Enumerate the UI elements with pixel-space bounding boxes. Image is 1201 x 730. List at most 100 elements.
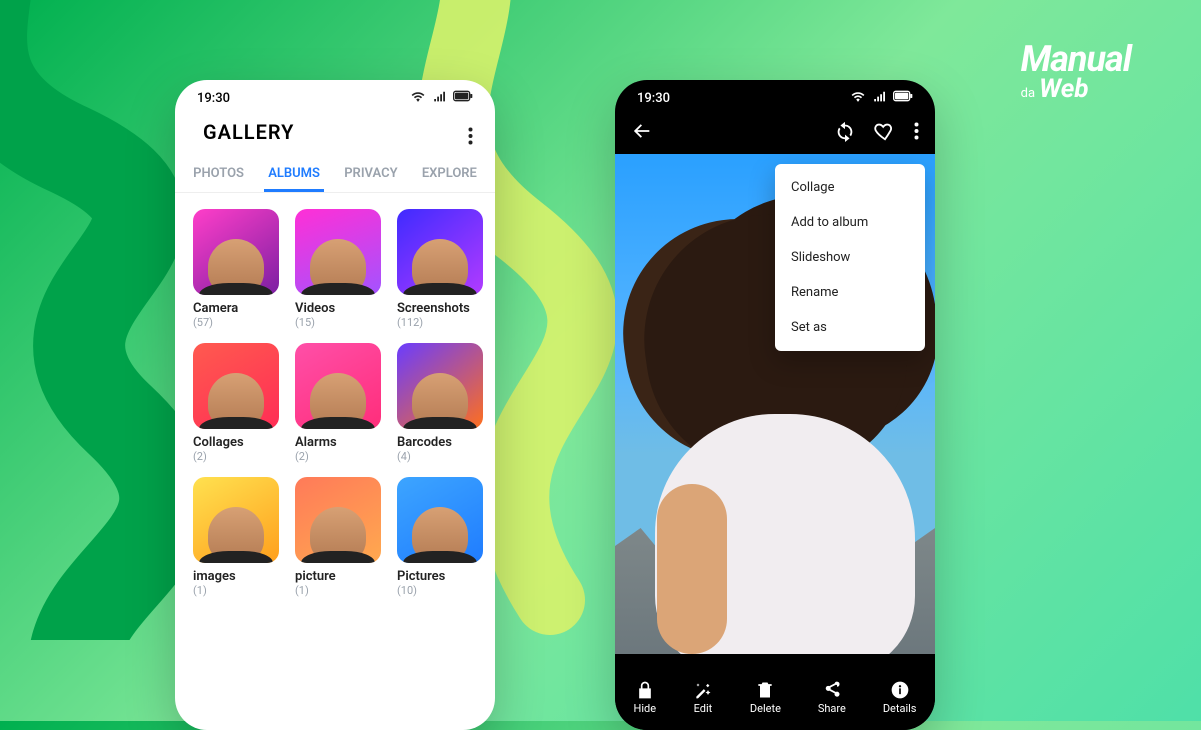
album-label: Alarms — [295, 435, 381, 450]
status-bar: 19:30 — [175, 80, 495, 110]
status-bar: 19:30 — [615, 80, 935, 110]
album-thumbnail — [295, 343, 381, 429]
album-thumbnail — [193, 477, 279, 563]
album-barcodes[interactable]: Barcodes (4) — [397, 343, 483, 463]
tab-explore[interactable]: EXPLORE — [418, 158, 481, 192]
button-label: Share — [818, 702, 846, 715]
album-label: Camera — [193, 301, 279, 316]
signal-icon — [432, 90, 446, 102]
album-collages[interactable]: Collages (2) — [193, 343, 279, 463]
more-vertical-icon — [468, 127, 473, 145]
status-time: 19:30 — [637, 91, 670, 106]
album-label: Screenshots — [397, 301, 483, 316]
person-silhouette — [412, 239, 468, 295]
phone-photo-detail: 19:30 — [615, 80, 935, 730]
edit-button[interactable]: Edit — [693, 680, 713, 715]
album-picture[interactable]: picture (1) — [295, 477, 381, 597]
album-count: (57) — [193, 316, 279, 329]
album-grid: Camera (57) Videos (15) Screenshots (112… — [175, 193, 495, 607]
album-count: (15) — [295, 316, 381, 329]
album-label: images — [193, 569, 279, 584]
person-silhouette — [208, 373, 264, 429]
menu-item-collage[interactable]: Collage — [775, 170, 925, 205]
battery-icon — [453, 90, 473, 102]
person-silhouette — [208, 239, 264, 295]
share-button[interactable]: Share — [818, 680, 846, 715]
album-thumbnail — [397, 343, 483, 429]
album-thumbnail — [295, 477, 381, 563]
share-icon — [822, 680, 842, 700]
album-screenshots[interactable]: Screenshots (112) — [397, 209, 483, 329]
button-label: Hide — [633, 702, 656, 715]
wifi-icon — [851, 90, 865, 102]
context-menu: CollageAdd to albumSlideshowRenameSet as — [775, 164, 925, 351]
person-silhouette — [310, 507, 366, 563]
rotate-button[interactable] — [834, 120, 856, 146]
album-images[interactable]: images (1) — [193, 477, 279, 597]
album-thumbnail — [397, 477, 483, 563]
person-silhouette — [208, 507, 264, 563]
photo-top-bar — [615, 110, 935, 154]
menu-item-rename[interactable]: Rename — [775, 275, 925, 310]
album-label: Pictures — [397, 569, 483, 584]
heart-icon — [874, 120, 896, 142]
person-silhouette — [412, 507, 468, 563]
more-options-button[interactable] — [468, 126, 473, 150]
album-label: Videos — [295, 301, 381, 316]
album-count: (2) — [193, 450, 279, 463]
info-icon — [890, 680, 910, 700]
lock-icon — [635, 680, 655, 700]
status-icons — [847, 90, 913, 106]
menu-item-set-as[interactable]: Set as — [775, 310, 925, 345]
rotate-icon — [834, 120, 856, 142]
arrow-left-icon — [631, 120, 653, 142]
tab-photos[interactable]: PHOTOS — [189, 158, 248, 192]
photo-viewer[interactable]: CollageAdd to albumSlideshowRenameSet as — [615, 154, 935, 654]
status-icons — [407, 90, 473, 106]
album-count: (10) — [397, 584, 483, 597]
brand-logo: Manual daWeb — [1021, 38, 1131, 104]
person-silhouette — [412, 373, 468, 429]
photo-subject — [657, 484, 727, 654]
album-thumbnail — [193, 343, 279, 429]
hide-button[interactable]: Hide — [633, 680, 656, 715]
battery-icon — [893, 90, 913, 102]
album-count: (1) — [193, 584, 279, 597]
album-count: (2) — [295, 450, 381, 463]
album-pictures[interactable]: Pictures (10) — [397, 477, 483, 597]
details-button[interactable]: Details — [883, 680, 917, 715]
back-button[interactable] — [631, 120, 653, 146]
more-vertical-icon — [914, 122, 919, 140]
wand-icon — [693, 680, 713, 700]
album-thumbnail — [397, 209, 483, 295]
menu-item-add-to-album[interactable]: Add to album — [775, 205, 925, 240]
menu-item-slideshow[interactable]: Slideshow — [775, 240, 925, 275]
album-thumbnail — [193, 209, 279, 295]
signal-icon — [872, 90, 886, 102]
album-label: Collages — [193, 435, 279, 450]
person-silhouette — [310, 239, 366, 295]
album-camera[interactable]: Camera (57) — [193, 209, 279, 329]
tab-privacy[interactable]: PRIVACY — [340, 158, 401, 192]
button-label: Edit — [694, 702, 713, 715]
gallery-tabs: PHOTOS ALBUMS PRIVACY EXPLORE — [175, 158, 495, 193]
trash-icon — [755, 680, 775, 700]
album-videos[interactable]: Videos (15) — [295, 209, 381, 329]
person-silhouette — [310, 373, 366, 429]
album-alarms[interactable]: Alarms (2) — [295, 343, 381, 463]
album-label: picture — [295, 569, 381, 584]
gallery-title: GALLERY — [175, 110, 495, 158]
delete-button[interactable]: Delete — [750, 680, 781, 715]
button-label: Details — [883, 702, 917, 715]
tab-albums[interactable]: ALBUMS — [264, 158, 324, 192]
status-time: 19:30 — [197, 91, 230, 106]
album-count: (112) — [397, 316, 483, 329]
more-options-button[interactable] — [914, 122, 919, 144]
album-count: (4) — [397, 450, 483, 463]
favorite-button[interactable] — [874, 120, 896, 146]
album-label: Barcodes — [397, 435, 483, 450]
wifi-icon — [411, 90, 425, 102]
button-label: Delete — [750, 702, 781, 715]
album-count: (1) — [295, 584, 381, 597]
album-thumbnail — [295, 209, 381, 295]
